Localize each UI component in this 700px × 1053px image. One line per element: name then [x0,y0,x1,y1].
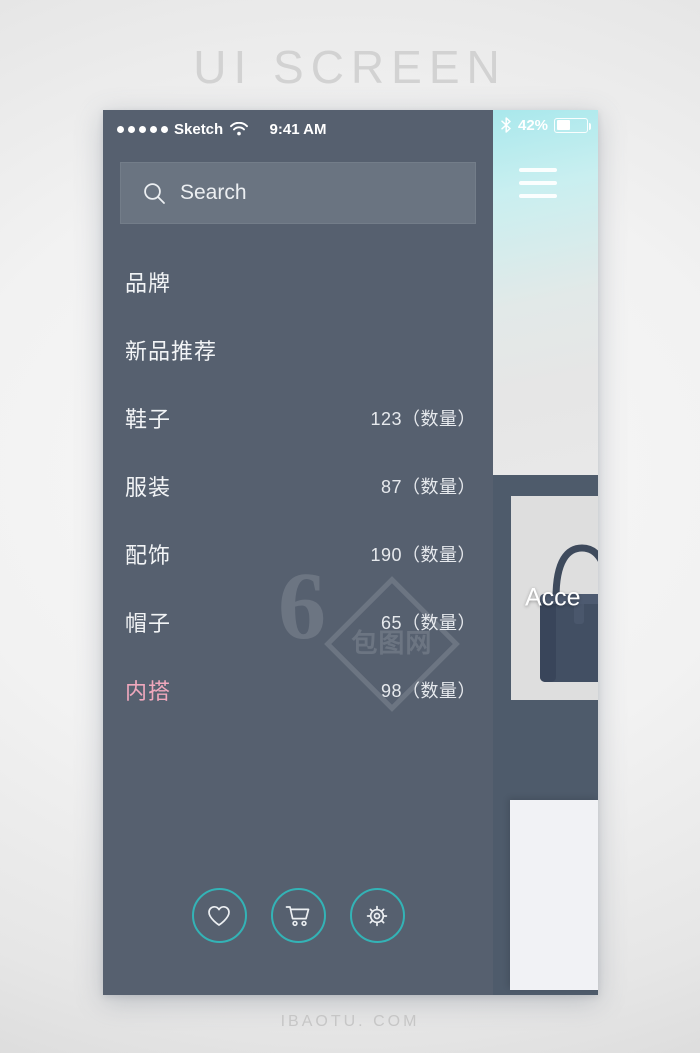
handbag-image [540,544,598,682]
menu-item-innerwear[interactable]: 内搭 98（数量） [103,656,493,724]
favorites-button[interactable] [191,888,247,943]
battery-icon [554,117,592,133]
menu-item-accessories[interactable]: 配饰 190（数量） [103,520,493,588]
right-screen-hero: 42% [493,110,598,475]
menu-item-hats[interactable]: 帽子 65（数量） [103,588,493,656]
sidebar-drawer: Sketch 9:41 AM Search 品牌 新品推荐 鞋子 123（数量）… [103,110,493,995]
category-menu: 品牌 新品推荐 鞋子 123（数量） 服装 87（数量） 配饰 190（数量） … [103,248,493,724]
menu-item-label: 品牌 [125,271,172,296]
search-icon [144,182,165,204]
action-bar [103,888,493,943]
status-bar: Sketch 9:41 AM [103,110,493,148]
right-screen-card-accessories[interactable]: Acce [493,478,598,718]
right-screen-card-secondary[interactable] [510,800,598,990]
menu-item-clothing[interactable]: 服装 87（数量） [103,452,493,520]
menu-item-count: 87（数量） [380,477,476,497]
menu-item-count: 65（数量） [380,613,476,633]
heart-icon [208,905,230,926]
wifi-icon [230,122,249,136]
menu-item-count: 190（数量） [370,545,476,565]
menu-item-count: 123（数量） [370,409,476,429]
footer-watermark: IBAOTU. COM [280,1013,420,1030]
menu-item-brand[interactable]: 品牌 [103,248,493,316]
page-title: UI SCREEN [193,41,507,93]
menu-item-label: 鞋子 [125,407,172,432]
menu-item-count: 98（数量） [380,681,476,701]
carrier-label: Sketch [174,120,224,138]
menu-item-label: 新品推荐 [125,339,218,364]
device-mockup: 42% Acce Sketch 9:41 AM Search 品牌 新品推荐 鞋… [103,110,598,995]
menu-item-new-arrivals[interactable]: 新品推荐 [103,316,493,384]
search-placeholder: Search [180,181,247,204]
menu-item-label: 内搭 [125,679,172,704]
cart-button[interactable] [270,888,326,943]
cart-icon [285,905,310,926]
right-screen-panel: 42% Acce [488,110,598,995]
right-status-bar: 42% [493,110,598,140]
hamburger-menu-icon[interactable] [519,168,557,198]
card-label: Acce [525,583,581,612]
menu-item-label: 服装 [125,475,172,500]
gear-icon [366,905,388,926]
menu-item-label: 帽子 [125,611,172,636]
battery-percent-label: 42% [518,116,549,134]
menu-item-label: 配饰 [125,543,172,568]
menu-item-shoes[interactable]: 鞋子 123（数量） [103,384,493,452]
signal-dots-icon [117,125,168,133]
bluetooth-icon [501,117,511,133]
settings-button[interactable] [349,888,405,943]
search-input[interactable]: Search [120,162,476,224]
card-image-area: Acce [511,496,598,700]
